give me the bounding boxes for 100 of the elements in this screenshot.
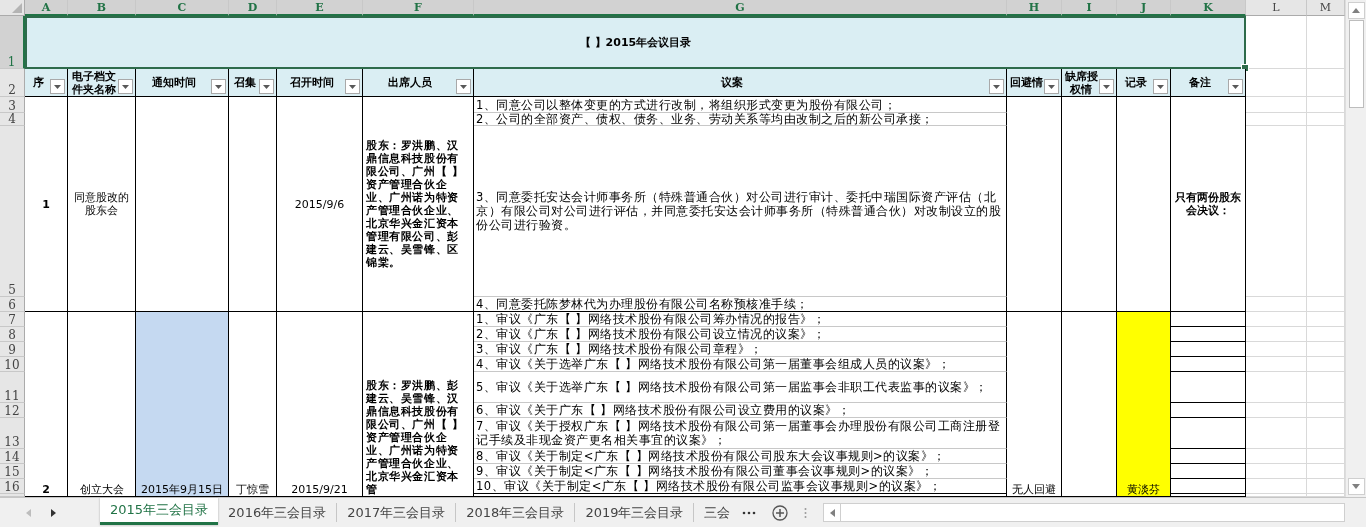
sheet-tab[interactable]: 三会	[694, 503, 735, 522]
more-icon[interactable]	[742, 510, 757, 515]
table-cell: 3、同意委托安达会计师事务所（特殊普通合伙）对公司进行审计、委托中瑞国际资产评估（北京）有限公司对公司进行评估，并同意委托安达会计师事务所（特殊普通合伙）对改制设立的股份公司进行验资。	[474, 126, 1007, 297]
row-header[interactable]: 14	[0, 449, 25, 464]
column-title: 召集	[229, 69, 277, 97]
column-header[interactable]: F	[363, 0, 474, 16]
table-cell: 5、审议《关于选举广东【 】网络技术股份有限公司第一届监事会非职工代表监事的议案》；	[474, 372, 1007, 403]
row-header[interactable]: 11	[0, 372, 25, 403]
column-title: 序	[25, 69, 68, 97]
column-header[interactable]: A	[25, 0, 68, 16]
column-header[interactable]: G	[474, 0, 1007, 16]
column-header[interactable]: M	[1307, 0, 1345, 16]
column-header[interactable]: K	[1171, 0, 1246, 16]
filter-button[interactable]	[118, 79, 133, 94]
row-header[interactable]: 10	[0, 357, 25, 372]
row-header[interactable]: 9	[0, 342, 25, 357]
dropdown-arrow-icon	[460, 84, 467, 89]
empty-cell	[1246, 113, 1307, 126]
dropdown-arrow-icon	[349, 84, 356, 89]
empty-cell	[1246, 372, 1307, 403]
table-cell: 黄淡芬	[1117, 312, 1171, 497]
table-cell: 3、审议《广东【 】网络技术股份有限公司章程》；	[474, 342, 1007, 357]
row-header[interactable]: 1	[0, 16, 25, 69]
empty-cell	[1246, 342, 1307, 357]
left-arrow-icon[interactable]	[829, 508, 835, 517]
row-header[interactable]: 6	[0, 297, 25, 312]
dropdown-arrow-icon	[263, 84, 270, 89]
table-cell: 4、审议《关于选举广东【 】网络技术股份有限公司第一届董事会组成人员的议案》；	[474, 357, 1007, 372]
dropdown-arrow-icon	[215, 84, 222, 89]
down-arrow-icon	[1352, 484, 1360, 489]
filter-button[interactable]	[1153, 79, 1168, 94]
empty-cell	[1246, 449, 1307, 464]
filter-button[interactable]	[345, 79, 360, 94]
row-header[interactable]: 2	[0, 69, 25, 97]
table-cell: 7、审议《关于授权广东【 】网络技术股份有限公司第一届董事会办理股份有限公司工商注册登记手续及非现金资产更名相关事宜的议案》；	[474, 418, 1007, 449]
up-arrow-icon	[1352, 8, 1360, 13]
row-header[interactable]: 15	[0, 464, 25, 479]
empty-cell	[1246, 312, 1307, 327]
sheet-tab[interactable]: 2018年三会目录	[456, 503, 576, 522]
add-sheet-icon[interactable]	[772, 504, 789, 521]
row-header[interactable]: 16	[0, 479, 25, 494]
table-cell: 10、审议《关于制定<广东【 】网络技术股份有限公司监事会议事规则>的议案》；	[474, 479, 1007, 494]
table-cell: 1	[25, 97, 68, 312]
column-title: 通知时间	[136, 69, 229, 97]
table-cell: 只有两份股东会决议：	[1171, 97, 1246, 312]
column-header[interactable]: B	[68, 0, 136, 16]
filter-button[interactable]	[50, 79, 65, 94]
sheet-tab[interactable]: 2017年三会目录	[337, 503, 457, 522]
scroll-thumb[interactable]	[1348, 20, 1364, 108]
column-header[interactable]: D	[229, 0, 277, 16]
table-cell: 同意股改的股东会	[68, 97, 136, 312]
filter-button[interactable]	[1099, 79, 1114, 94]
empty-cell	[1246, 403, 1307, 418]
table-cell: 1、同意公司以整体变更的方式进行改制，将组织形式变更为股份有限公司；	[474, 97, 1007, 113]
filter-button[interactable]	[211, 79, 226, 94]
row-header[interactable]: 4	[0, 113, 25, 126]
row-header[interactable]: 3	[0, 97, 25, 113]
column-title: 备注	[1171, 69, 1246, 97]
column-header[interactable]: E	[277, 0, 363, 16]
dropdown-arrow-icon	[1157, 84, 1164, 89]
empty-cell	[1246, 97, 1307, 113]
empty-cell	[1246, 418, 1307, 449]
column-header[interactable]: I	[1062, 0, 1117, 16]
dropdown-arrow-icon	[54, 84, 61, 89]
filter-button[interactable]	[259, 79, 274, 94]
column-title: 缺席授权情	[1062, 69, 1117, 97]
sheet-tab[interactable]: 2019年三会目录	[575, 503, 695, 522]
filter-button[interactable]	[1228, 79, 1243, 94]
dropdown-arrow-icon	[1048, 84, 1055, 89]
filter-button[interactable]	[989, 79, 1004, 94]
column-header[interactable]: J	[1117, 0, 1171, 16]
table-cell: 9、审议《关于制定<广东【 】网络技术股份有限公司董事会议事规则>的议案》；	[474, 464, 1007, 479]
column-title: 议案	[474, 69, 1007, 97]
filter-button[interactable]	[456, 79, 471, 94]
row-header[interactable]: 5	[0, 126, 25, 297]
dropdown-arrow-icon	[122, 84, 129, 89]
column-header[interactable]: C	[136, 0, 229, 16]
table-cell: 2015年9月15日	[136, 312, 229, 497]
scroll-down-button[interactable]	[1347, 478, 1365, 495]
empty-cell	[1246, 327, 1307, 342]
sheet-tab[interactable]: 2015年三会目录	[100, 498, 219, 525]
row-header[interactable]: 8	[0, 327, 25, 342]
dropdown-arrow-icon	[1103, 84, 1110, 89]
row-header[interactable]: 12	[0, 403, 25, 418]
empty-cell	[1246, 464, 1307, 479]
filter-button[interactable]	[1044, 79, 1059, 94]
column-header[interactable]: L	[1246, 0, 1307, 16]
column-title: 出席人员	[363, 69, 474, 97]
column-title: 召开时间	[277, 69, 363, 97]
table-cell: 1、审议《广东【 】网络技术股份有限公司筹办情况的报告》；	[474, 312, 1007, 327]
horizontal-scrollbar[interactable]	[823, 503, 1345, 522]
row-header[interactable]: 7	[0, 312, 25, 327]
column-header[interactable]: H	[1007, 0, 1062, 16]
row-header[interactable]: 13	[0, 418, 25, 449]
sheet-title: 【 】2015年会议目录	[25, 16, 1246, 69]
scroll-up-button[interactable]	[1347, 2, 1365, 19]
sheet-tab[interactable]: 2016年三会目录	[218, 503, 338, 522]
table-cell: 4、同意委托陈梦林代为办理股份有限公司名称预核准手续；	[474, 297, 1007, 312]
next-sheet-icon[interactable]	[51, 508, 56, 517]
dropdown-arrow-icon	[993, 84, 1000, 89]
